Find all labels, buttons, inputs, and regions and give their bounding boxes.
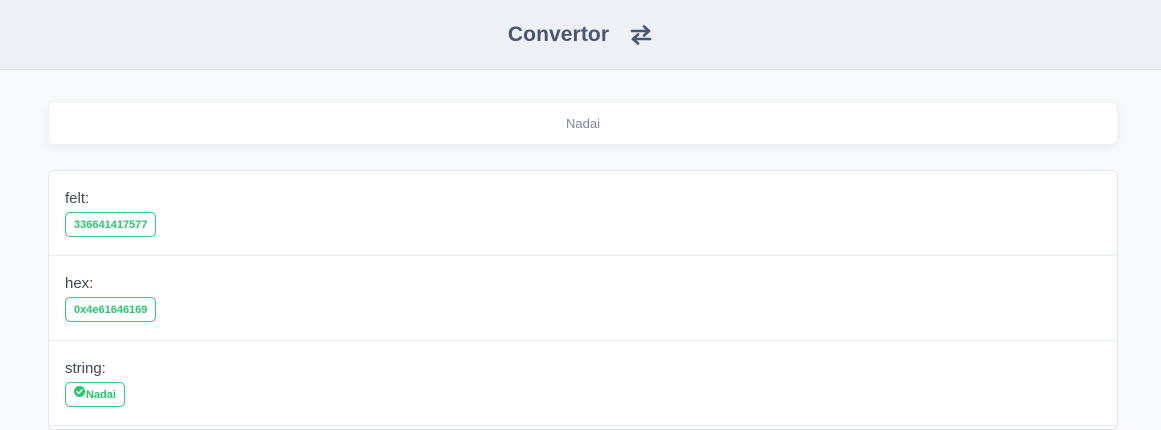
felt-label: felt: bbox=[65, 190, 90, 207]
convert-input[interactable] bbox=[49, 103, 1117, 144]
app-header: Convertor bbox=[0, 0, 1161, 70]
felt-value: 336641417577 bbox=[74, 218, 148, 231]
check-circle-icon bbox=[74, 386, 85, 397]
string-label: string: bbox=[65, 360, 106, 377]
hex-value: 0x4e61646169 bbox=[74, 303, 148, 316]
result-row-felt: felt: 336641417577 bbox=[49, 171, 1117, 256]
string-value-badge[interactable]: Nadai bbox=[65, 382, 125, 407]
result-row-string: string: Nadai bbox=[49, 341, 1117, 426]
result-row-hex: hex: 0x4e61646169 bbox=[49, 256, 1117, 341]
results-panel: felt: 336641417577 hex: 0x4e61646169 str… bbox=[48, 170, 1118, 430]
page-title: Convertor bbox=[507, 22, 610, 46]
input-card bbox=[49, 103, 1117, 144]
swap-arrows-icon[interactable] bbox=[629, 23, 653, 47]
hex-label: hex: bbox=[65, 275, 94, 292]
hex-value-badge[interactable]: 0x4e61646169 bbox=[65, 297, 157, 322]
string-value: Nadai bbox=[86, 388, 116, 401]
felt-value-badge[interactable]: 336641417577 bbox=[65, 212, 157, 237]
